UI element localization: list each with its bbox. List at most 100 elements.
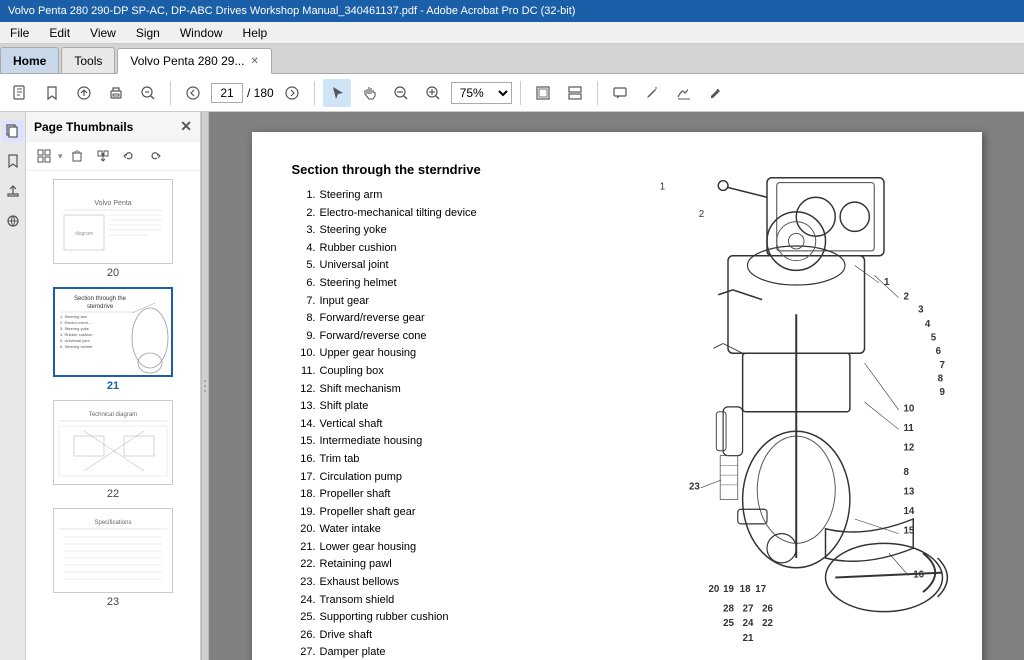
sign-btn[interactable]	[670, 79, 698, 107]
doc-viewer[interactable]: Section through the sterndrive 1.Steerin…	[209, 112, 1024, 660]
list-item: 19.Propeller shaft gear	[292, 504, 552, 522]
svg-text:9: 9	[939, 387, 945, 398]
thumb-rotate-ccw[interactable]	[117, 146, 141, 166]
menu-window[interactable]: Window	[174, 24, 229, 42]
print-button[interactable]	[102, 79, 130, 107]
main-area: Page Thumbnails ✕ ▾	[0, 112, 1024, 660]
thumbnail-label-22: 22	[107, 488, 119, 500]
thumbnail-page-23[interactable]: Specifications 23	[53, 508, 173, 608]
title-bar: Volvo Penta 280 290-DP SP-AC, DP-ABC Dri…	[0, 0, 1024, 22]
comment-btn[interactable]	[606, 79, 634, 107]
svg-text:Volvo Penta: Volvo Penta	[94, 200, 131, 207]
svg-text:6: 6	[935, 346, 941, 357]
prev-page-button[interactable]	[179, 79, 207, 107]
menu-help[interactable]: Help	[237, 24, 274, 42]
diagram-area: 1 2	[572, 162, 962, 660]
zoom-in-btn[interactable]	[419, 79, 447, 107]
svg-text:28: 28	[723, 604, 734, 615]
tab-bar: Home Tools Volvo Penta 280 29... ✕	[0, 44, 1024, 74]
svg-text:8: 8	[903, 467, 909, 478]
thumbnail-page-21[interactable]: Section through the sterndrive 1. Steeri…	[53, 287, 173, 392]
pencil-btn[interactable]	[638, 79, 666, 107]
list-item: 17.Circulation pump	[292, 469, 552, 487]
thumbnails-title: Page Thumbnails	[34, 120, 133, 134]
svg-text:12: 12	[903, 443, 914, 454]
svg-text:20: 20	[708, 584, 719, 595]
menu-file[interactable]: File	[4, 24, 35, 42]
thumb-rotate-cw[interactable]	[143, 146, 167, 166]
svg-text:22: 22	[762, 618, 773, 629]
zoom-out-btn[interactable]	[134, 79, 162, 107]
svg-text:3: 3	[918, 304, 924, 315]
page-number-input[interactable]: 21	[211, 83, 243, 103]
menu-bar: File Edit View Sign Window Help	[0, 22, 1024, 44]
thumbnail-page-20[interactable]: Volvo Penta diagram 20	[53, 179, 173, 279]
cursor-tool[interactable]	[323, 79, 351, 107]
new-button[interactable]	[6, 79, 34, 107]
svg-text:8: 8	[937, 374, 943, 385]
svg-text:Technical diagram: Technical diagram	[89, 412, 137, 418]
svg-text:18: 18	[739, 584, 750, 595]
svg-text:23: 23	[689, 482, 700, 493]
svg-text:24: 24	[742, 618, 753, 629]
list-item: 4.Rubber cushion	[292, 240, 552, 258]
tab-document[interactable]: Volvo Penta 280 29... ✕	[117, 48, 271, 74]
thumb-view-btn[interactable]	[32, 146, 56, 166]
thumb-delete-btn[interactable]	[65, 146, 89, 166]
list-item: 6.Steering helmet	[292, 275, 552, 293]
menu-view[interactable]: View	[84, 24, 122, 42]
resize-handle[interactable]	[201, 112, 209, 660]
tab-home[interactable]: Home	[0, 47, 59, 73]
svg-text:sterndrive: sterndrive	[87, 304, 114, 310]
svg-text:7: 7	[939, 360, 944, 371]
svg-text:26: 26	[762, 604, 773, 615]
next-page-button[interactable]	[278, 79, 306, 107]
bookmark-button[interactable]	[38, 79, 66, 107]
sidebar-icon-link[interactable]	[2, 210, 24, 232]
fit-page-btn[interactable]	[529, 79, 557, 107]
sidebar-icon-attachments[interactable]	[2, 180, 24, 202]
list-item: 21.Lower gear housing	[292, 539, 552, 557]
sterndrive-diagram: 1 2	[572, 162, 962, 642]
sidebar-icon-bookmarks[interactable]	[2, 150, 24, 172]
zoom-select[interactable]: 75% 100% 125% 150%	[451, 82, 512, 104]
svg-text:27: 27	[742, 604, 753, 615]
zoom-out-btn2[interactable]	[387, 79, 415, 107]
list-item: 7.Input gear	[292, 293, 552, 311]
thumbnail-label-20: 20	[107, 267, 119, 279]
tab-close-button[interactable]: ✕	[250, 56, 258, 67]
menu-sign[interactable]: Sign	[130, 24, 166, 42]
upload-button[interactable]	[70, 79, 98, 107]
fill-sign-btn[interactable]	[702, 79, 730, 107]
list-item: 3.Steering yoke	[292, 222, 552, 240]
title-text: Volvo Penta 280 290-DP SP-AC, DP-ABC Dri…	[8, 5, 575, 17]
section-title: Section through the sterndrive	[292, 162, 552, 177]
sidebar-icon-pages[interactable]	[2, 120, 24, 142]
thumbnails-toolbar: ▾	[26, 142, 200, 171]
sep4	[597, 81, 598, 105]
svg-text:4: 4	[924, 319, 930, 330]
list-item: 11.Coupling box	[292, 363, 552, 381]
svg-text:14: 14	[903, 506, 914, 517]
svg-text:5: 5	[930, 333, 936, 344]
svg-text:5. Universal joint: 5. Universal joint	[60, 338, 90, 343]
list-item: 12.Shift mechanism	[292, 381, 552, 399]
tab-tools[interactable]: Tools	[61, 47, 115, 73]
page-content: Section through the sterndrive 1.Steerin…	[292, 162, 942, 660]
thumb-insert-btn[interactable]	[91, 146, 115, 166]
list-item: 20.Water intake	[292, 521, 552, 539]
menu-edit[interactable]: Edit	[43, 24, 76, 42]
thumbnail-page-22[interactable]: Technical diagram 22	[53, 400, 173, 500]
svg-text:25: 25	[723, 618, 734, 629]
svg-text:6. Steering helmet: 6. Steering helmet	[60, 344, 93, 349]
list-item: 26.Drive shaft	[292, 627, 552, 645]
svg-text:10: 10	[903, 404, 914, 415]
toolbar: 21 / 180 75% 100% 125% 150%	[0, 74, 1024, 112]
page-separator: / 180	[247, 86, 274, 100]
thumbnails-list: Volvo Penta diagram 20	[26, 171, 200, 660]
hand-tool[interactable]	[355, 79, 383, 107]
continuous-btn[interactable]	[561, 79, 589, 107]
thumbnails-close[interactable]: ✕	[180, 118, 192, 135]
list-item: 16.Trim tab	[292, 451, 552, 469]
list-item: 14.Vertical shaft	[292, 416, 552, 434]
